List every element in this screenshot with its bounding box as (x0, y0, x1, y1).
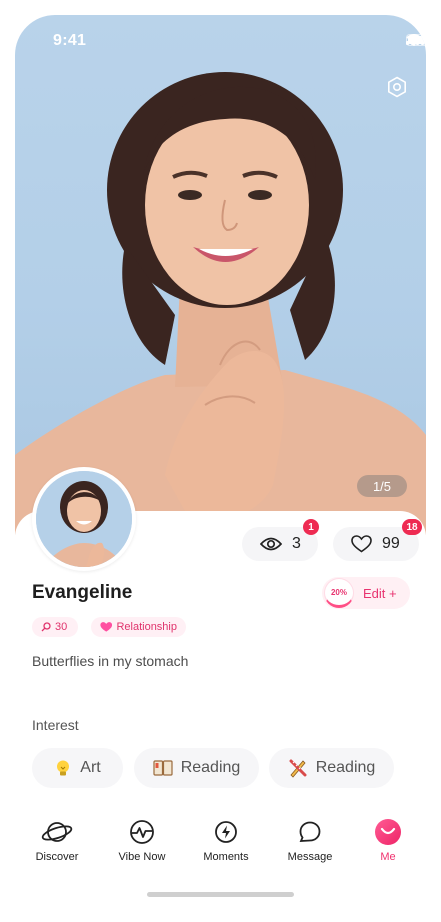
profile-completion-ring: 20% (324, 578, 354, 608)
edit-profile-button[interactable]: 20% Edit + (322, 577, 410, 609)
nav-discover[interactable]: Discover (17, 817, 97, 863)
chat-bubble-icon (299, 821, 321, 842)
settings-button[interactable] (385, 75, 409, 99)
relationship-tag: Relationship (91, 617, 186, 637)
nav-label: Discover (35, 851, 79, 863)
profile-photo[interactable]: 9:41 1/5 (15, 15, 426, 535)
profile-name: Evangeline (32, 582, 133, 603)
hexagon-gear-icon (388, 76, 406, 98)
interest-label: Art (80, 759, 101, 776)
book-icon (153, 760, 173, 776)
likes-stat[interactable]: 99 18 (333, 519, 422, 561)
interest-label: Reading (315, 759, 376, 776)
pencil-ruler-icon (289, 759, 307, 778)
pulse-icon (130, 820, 154, 844)
interest-chip-reading[interactable]: Reading (269, 748, 394, 788)
nav-me[interactable]: Me (348, 817, 426, 863)
heart-icon (351, 535, 372, 553)
eye-icon (260, 537, 282, 551)
age-tag: 30 (32, 617, 78, 637)
nav-label: Moments (203, 851, 249, 863)
nav-label: Vibe Now (118, 851, 166, 863)
avatar-portrait (36, 471, 132, 567)
status-time: 9:41 (53, 32, 87, 49)
bottom-nav: Discover Vibe Now Moments Message Me (15, 817, 426, 877)
interest-chip-art[interactable]: Art (32, 748, 123, 788)
age-value: 30 (55, 621, 68, 633)
likes-count: 99 (382, 535, 400, 552)
smile-icon (375, 819, 401, 845)
nav-label: Me (380, 851, 396, 863)
nav-label: Message (287, 851, 333, 863)
likes-badge: 18 (402, 519, 422, 535)
lightbulb-icon (57, 760, 70, 776)
portrait-illustration (15, 72, 426, 535)
heart-filled-icon (100, 622, 113, 632)
avatar[interactable] (32, 467, 136, 571)
planet-icon (41, 822, 73, 842)
edit-label: Edit + (363, 585, 397, 601)
interest-label: Reading (180, 759, 241, 776)
home-indicator (147, 892, 294, 897)
relationship-label: Relationship (116, 621, 177, 633)
avatar-image (36, 471, 132, 567)
phone-screen: 9:41 1/5 3 1 99 18 Evangeline 20% Edit +… (15, 15, 426, 910)
bio-text: Butterflies in my stomach (32, 653, 189, 669)
views-count: 3 (292, 535, 301, 552)
nav-message[interactable]: Message (270, 817, 350, 863)
female-symbol-icon (41, 622, 51, 632)
views-stat[interactable]: 3 1 (242, 519, 319, 561)
interest-title: Interest (32, 717, 79, 733)
nav-moments[interactable]: Moments (186, 817, 266, 863)
lightning-icon (215, 821, 237, 843)
status-bar: 9:41 (15, 15, 426, 65)
battery-icon (406, 34, 426, 46)
photo-counter: 1/5 (357, 475, 407, 497)
interest-chip-reading[interactable]: Reading (134, 748, 259, 788)
nav-vibe-now[interactable]: Vibe Now (102, 817, 182, 863)
views-badge: 1 (303, 519, 319, 535)
